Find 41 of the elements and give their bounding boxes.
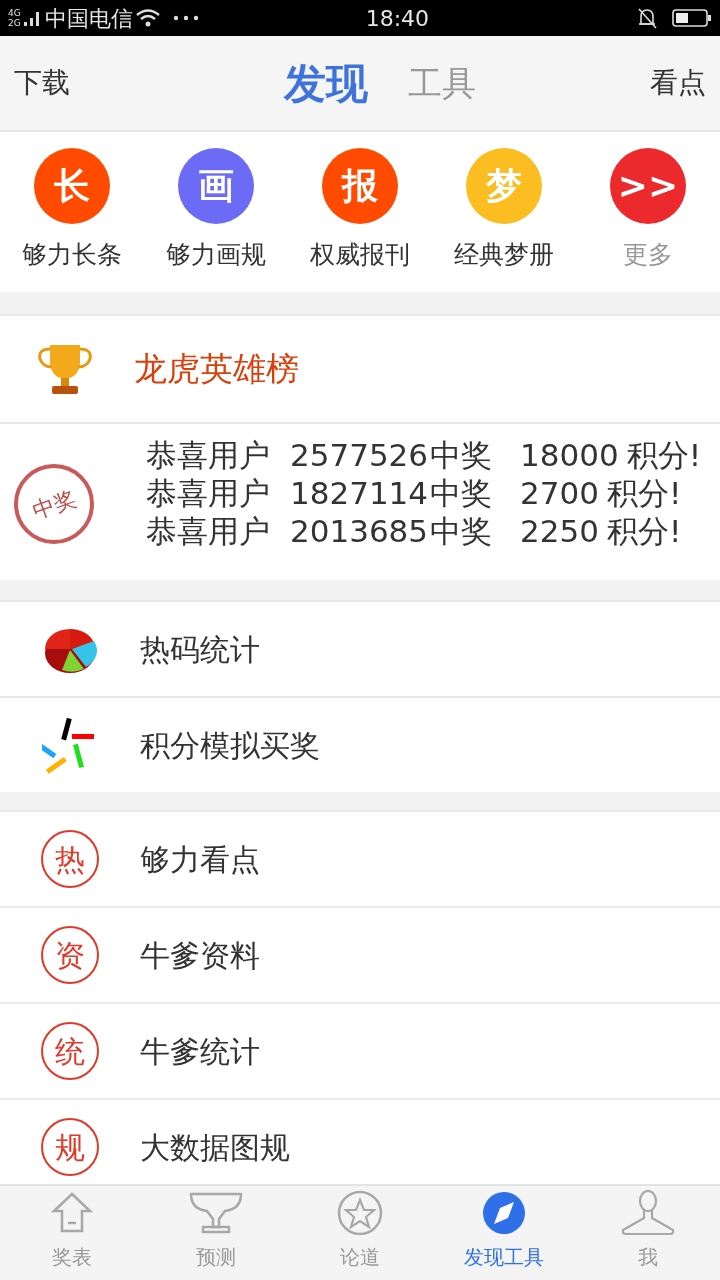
winner-announcement: 恭喜用户 1827114中奖 2700 积分! (146, 474, 683, 512)
menu-row[interactable]: 资 牛爹资料 (0, 906, 720, 1002)
shortcut-badge: 画 (178, 148, 254, 224)
menu-row[interactable]: 统 牛爹统计 (0, 1002, 720, 1098)
prize-stamp: 中奖 (14, 464, 94, 544)
bell-off-icon (636, 6, 658, 30)
menu-row[interactable]: 积分模拟买奖 (0, 696, 720, 792)
leaderboard-title: 龙虎英雄榜 (134, 348, 299, 391)
badge-icon: 热 (41, 830, 99, 888)
battery-icon (672, 8, 712, 28)
winner-announcement: 恭喜用户 2013685中奖 2250 积分! (146, 512, 683, 550)
trophy-icon (189, 1191, 243, 1235)
menu-row[interactable]: 热 够力看点 (0, 810, 720, 906)
person-icon (620, 1190, 676, 1236)
clock-time: 18:40 (365, 4, 430, 33)
shortcut-item[interactable]: >> 更多 (576, 132, 720, 292)
shortcut-item[interactable]: 画 够力画规 (144, 132, 288, 292)
shortcut-item[interactable]: 报 权威报刊 (288, 132, 432, 292)
compass-icon (482, 1191, 526, 1235)
nav-tab[interactable]: 发现工具 (432, 1186, 576, 1280)
menu-row[interactable]: 热码统计 (0, 600, 720, 696)
menu-row[interactable]: 规 大数据图规 (0, 1098, 720, 1184)
winner-announcement: 恭喜用户 2577526中奖 18000 积分! (146, 436, 702, 474)
badge-icon: 规 (41, 1118, 99, 1176)
shortcut-item[interactable]: 梦 经典梦册 (432, 132, 576, 292)
shortcut-badge: >> (610, 148, 686, 224)
badge-icon: 统 (41, 1022, 99, 1080)
shortcut-badge: 报 (322, 148, 398, 224)
leaderboard-header[interactable]: 龙虎英雄榜 (0, 314, 720, 422)
more-dots-icon (172, 15, 199, 21)
header-tab[interactable]: 发现 (284, 51, 368, 115)
download-tab[interactable]: 下载 (14, 62, 70, 104)
hot-topics-tab[interactable]: 看点 (650, 62, 706, 104)
network-label: 2G (8, 18, 21, 28)
network-label: 4G (8, 8, 21, 18)
shortcut-badge: 梦 (466, 148, 542, 224)
shortcut-badge: 长 (34, 148, 110, 224)
shortcut-item[interactable]: 长 够力长条 (0, 132, 144, 292)
badge-icon: 资 (41, 926, 99, 984)
carrier-name: 中国电信 (44, 4, 133, 33)
home-icon (50, 1191, 94, 1235)
